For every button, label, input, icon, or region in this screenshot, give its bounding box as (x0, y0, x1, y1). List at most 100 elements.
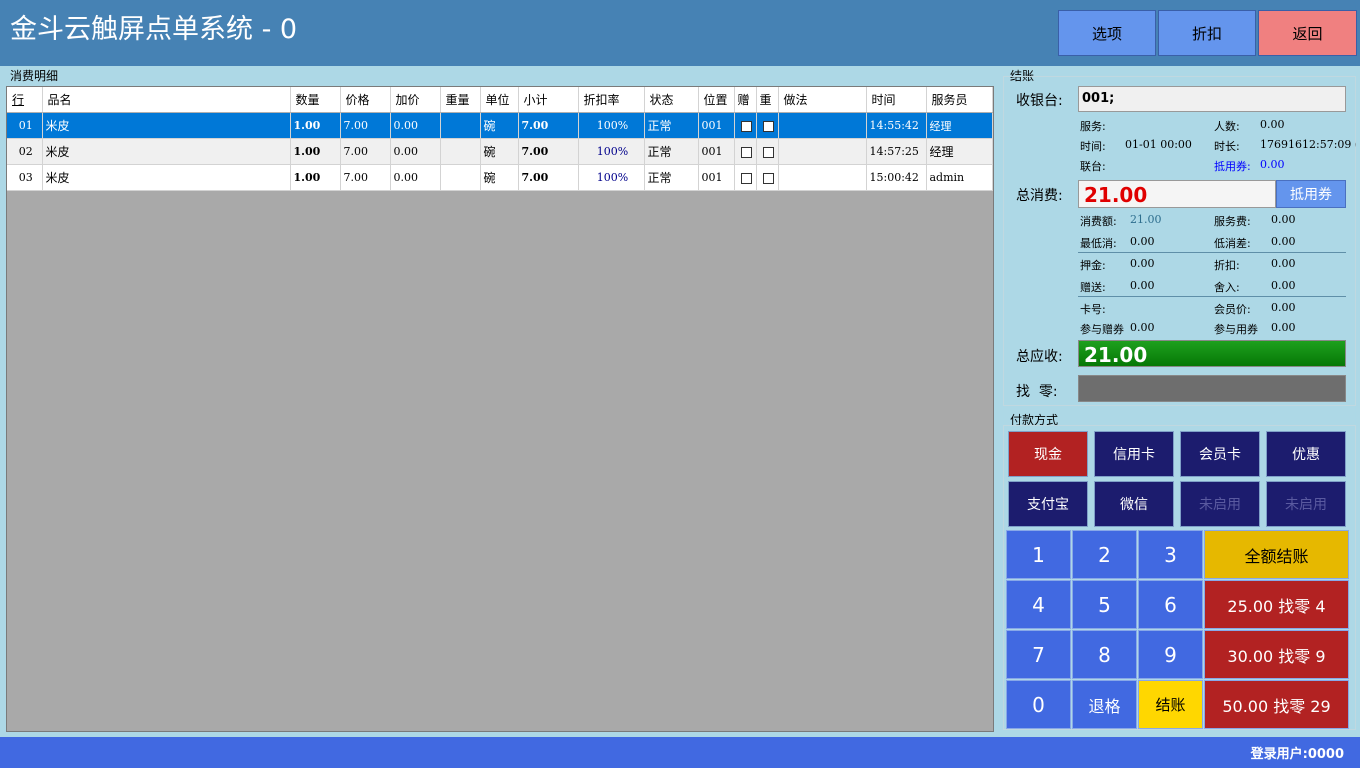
col-header[interactable]: 状态 (644, 87, 699, 113)
repeat-checkbox[interactable] (756, 164, 779, 191)
cell-extra: 0.00 (390, 164, 441, 191)
table-row[interactable]: 03 米皮 1.00 7.00 0.00 碗 7.00 100% 正常 001 … (7, 164, 993, 191)
wechat-button[interactable]: 微信 (1094, 481, 1174, 527)
cell-row: 01 (7, 112, 43, 139)
total-consumption-field[interactable]: 21.00 (1078, 180, 1276, 208)
rounding-label: 舍入: (1214, 281, 1240, 294)
gift-label: 赠送: (1080, 281, 1106, 294)
col-header[interactable]: 行 (7, 87, 43, 113)
quick-pay-50-button[interactable]: 50.00 找零 29 (1204, 680, 1349, 729)
duration-label: 时长: (1214, 140, 1240, 153)
col-header[interactable]: 加价 (390, 87, 441, 113)
quick-pay-25-button[interactable]: 25.00 找零 4 (1204, 580, 1349, 629)
col-header[interactable]: 服务员 (926, 87, 993, 113)
col-header[interactable]: 赠 (734, 87, 757, 113)
repeat-checkbox[interactable] (756, 112, 779, 139)
cash-button[interactable]: 现金 (1008, 431, 1088, 477)
repeat-checkbox[interactable] (756, 138, 779, 165)
col-header[interactable]: 位置 (698, 87, 735, 113)
change-field[interactable] (1078, 375, 1346, 402)
checkout-button[interactable]: 结账 (1138, 680, 1203, 729)
cell-price: 7.00 (340, 164, 391, 191)
login-user: 登录用户:0000 (1251, 743, 1344, 762)
key-4[interactable]: 4 (1006, 580, 1071, 629)
cell-time: 14:55:42 (866, 112, 927, 139)
full-checkout-button[interactable]: 全额结账 (1204, 530, 1349, 579)
joint-label: 联台: (1080, 160, 1106, 173)
alipay-button[interactable]: 支付宝 (1008, 481, 1088, 527)
key-6[interactable]: 6 (1138, 580, 1203, 629)
discount-value: 0.00 (1271, 257, 1296, 270)
gift-checkbox[interactable] (734, 112, 757, 139)
key-1[interactable]: 1 (1006, 530, 1071, 579)
col-header[interactable]: 重 (756, 87, 779, 113)
cashier-field[interactable]: 001; (1078, 86, 1346, 112)
col-header[interactable]: 品名 (42, 87, 291, 113)
cell-price: 7.00 (340, 112, 391, 139)
low-diff-value: 0.00 (1271, 235, 1296, 248)
login-user-label: 登录用户: (1250, 747, 1308, 762)
cell-method (778, 164, 867, 191)
cell-name: 米皮 (42, 138, 291, 165)
table-row[interactable]: 01 米皮 1.00 7.00 0.00 碗 7.00 100% 正常 001 … (7, 112, 993, 139)
options-button[interactable]: 选项 (1058, 10, 1156, 56)
consume-value: 21.00 (1130, 213, 1162, 226)
gift-coupon-label: 参与赠券 (1080, 323, 1124, 336)
cell-extra: 0.00 (390, 138, 441, 165)
cell-status: 正常 (644, 112, 699, 139)
col-header[interactable]: 做法 (778, 87, 867, 113)
key-3[interactable]: 3 (1138, 530, 1203, 579)
disabled-method-button: 未启用 (1180, 481, 1260, 527)
cell-status: 正常 (644, 164, 699, 191)
col-header[interactable]: 折扣率 (578, 87, 645, 113)
cell-name: 米皮 (42, 112, 291, 139)
col-header[interactable]: 单位 (480, 87, 519, 113)
cell-price: 7.00 (340, 138, 391, 165)
rounding-value: 0.00 (1271, 279, 1296, 292)
cell-subtotal: 7.00 (518, 164, 579, 191)
status-bar (0, 737, 1360, 768)
cell-pos: 001 (698, 164, 735, 191)
backspace-button[interactable]: 退格 (1072, 680, 1137, 729)
coupon-button[interactable]: 抵用券 (1276, 180, 1346, 208)
service-fee-value: 0.00 (1271, 213, 1296, 226)
discount-label: 折扣: (1214, 259, 1240, 272)
quick-pay-30-button[interactable]: 30.00 找零 9 (1204, 630, 1349, 679)
cell-pos: 001 (698, 138, 735, 165)
cell-waiter: 经理 (926, 138, 993, 165)
cell-extra: 0.00 (390, 112, 441, 139)
key-9[interactable]: 9 (1138, 630, 1203, 679)
col-header[interactable]: 时间 (866, 87, 927, 113)
coupon-value: 0.00 (1260, 158, 1285, 171)
receivable-field[interactable]: 21.00 (1078, 340, 1346, 367)
card-label: 卡号: (1080, 303, 1106, 316)
change-label: 找 零: (1016, 384, 1058, 400)
col-header[interactable]: 小计 (518, 87, 579, 113)
key-5[interactable]: 5 (1072, 580, 1137, 629)
cell-unit: 碗 (480, 112, 519, 139)
cell-subtotal: 7.00 (518, 138, 579, 165)
time-value: 01-01 00:00 (1125, 138, 1192, 151)
gift-checkbox[interactable] (734, 164, 757, 191)
promotion-button[interactable]: 优惠 (1266, 431, 1346, 477)
discount-button[interactable]: 折扣 (1158, 10, 1256, 56)
detail-table: 行 品名 数量 价格 加价 重量 单位 小计 折扣率 状态 位置 赠 重 做法 … (7, 87, 993, 191)
cell-name: 米皮 (42, 164, 291, 191)
col-header[interactable]: 数量 (290, 87, 341, 113)
cell-pos: 001 (698, 112, 735, 139)
gift-checkbox[interactable] (734, 138, 757, 165)
min-consume-label: 最低消: (1080, 237, 1117, 250)
key-7[interactable]: 7 (1006, 630, 1071, 679)
detail-grid[interactable]: 行 品名 数量 价格 加价 重量 单位 小计 折扣率 状态 位置 赠 重 做法 … (6, 86, 994, 732)
table-row[interactable]: 02 米皮 1.00 7.00 0.00 碗 7.00 100% 正常 001 … (7, 138, 993, 165)
key-0[interactable]: 0 (1006, 680, 1071, 729)
login-user-value: 0000 (1307, 747, 1344, 762)
member-card-button[interactable]: 会员卡 (1180, 431, 1260, 477)
back-button[interactable]: 返回 (1258, 10, 1357, 56)
col-header[interactable]: 价格 (340, 87, 391, 113)
cell-weight (440, 138, 481, 165)
col-header[interactable]: 重量 (440, 87, 481, 113)
key-8[interactable]: 8 (1072, 630, 1137, 679)
credit-card-button[interactable]: 信用卡 (1094, 431, 1174, 477)
key-2[interactable]: 2 (1072, 530, 1137, 579)
